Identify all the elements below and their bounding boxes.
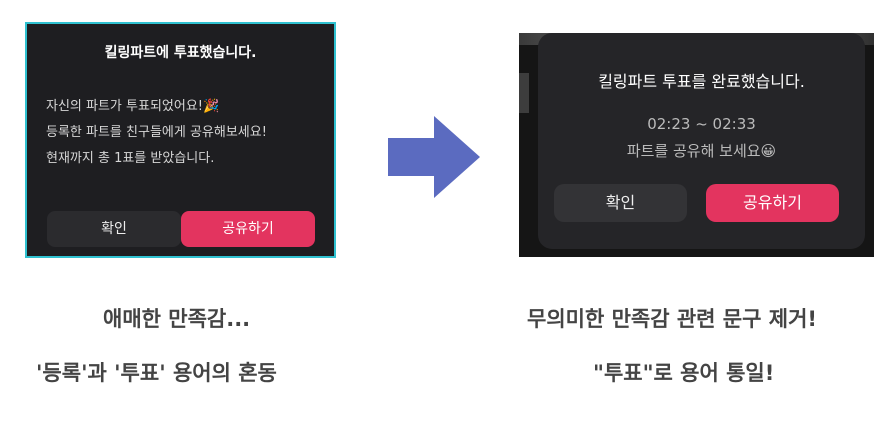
before-vote-modal: 킬링파트에 투표했습니다. 자신의 파트가 투표되었어요!🎉 등록한 파트를 친… [25,22,336,258]
caption-left-1: 애매한 만족감... [103,307,251,331]
caption-left-2: '등록'과 '투표' 용어의 혼동 [36,361,277,385]
modal-title: 킬링파트 투표를 완료했습니다. [598,72,805,91]
share-message: 파트를 공유해 보세요😀 [626,142,777,160]
video-background-edge [519,73,529,113]
after-screen: 킬링파트 투표를 완료했습니다. 02:23 ~ 02:33 파트를 공유해 보… [519,33,874,257]
modal-title: 킬링파트에 투표했습니다. [104,45,257,61]
modal-body: 자신의 파트가 투표되었어요!🎉 등록한 파트를 친구들에게 공유해보세요! 현… [46,94,267,172]
body-line: 자신의 파트가 투표되었어요!🎉 [46,99,220,114]
after-vote-modal: 킬링파트 투표를 완료했습니다. 02:23 ~ 02:33 파트를 공유해 보… [538,33,865,249]
time-range: 02:23 ~ 02:33 [647,115,756,133]
confirm-button[interactable]: 확인 [554,184,687,222]
body-line: 현재까지 총 1표를 받았습니다. [46,151,215,166]
confirm-button[interactable]: 확인 [47,211,181,247]
right-arrow-icon [388,116,480,198]
caption-right-2: "투표"로 용어 통일! [593,361,775,385]
caption-right-1: 무의미한 만족감 관련 문구 제거! [527,307,817,331]
body-line: 등록한 파트를 친구들에게 공유해보세요! [46,125,267,140]
share-button[interactable]: 공유하기 [706,184,839,222]
share-button[interactable]: 공유하기 [181,211,315,247]
